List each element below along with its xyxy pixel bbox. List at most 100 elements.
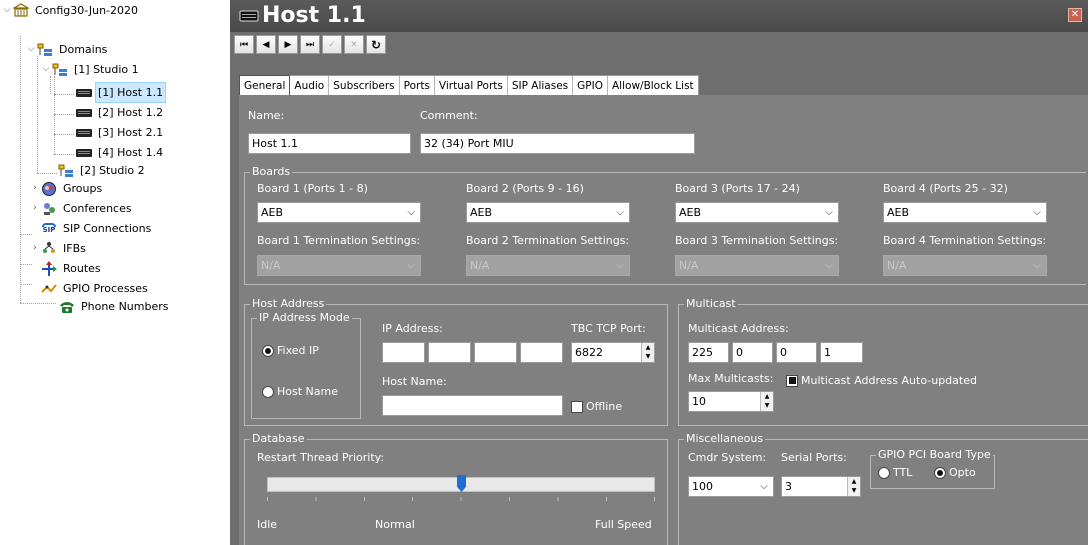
multicast-octet-3-field[interactable]: 0 [776, 342, 817, 363]
tab-general[interactable]: General [239, 75, 291, 96]
host-address-group: Host Address IP Address Mode Fixed IP Ho… [244, 297, 668, 426]
serial-ports-label: Serial Ports: [781, 451, 847, 464]
tree-item-label: Phone Numbers [81, 300, 169, 313]
multicast-group-title: Multicast [684, 297, 738, 310]
board-3-value: AEB [679, 206, 702, 219]
spin-buttons-icon[interactable]: ▲ ▼ [847, 477, 860, 496]
multicast-octet-2-field[interactable]: 0 [732, 342, 773, 363]
collapse-chevron-icon[interactable]: ⌵ [41, 60, 51, 79]
ip-octet-3-field[interactable] [474, 342, 517, 363]
boards-group-title: Boards [250, 165, 293, 178]
cancel-edit-button[interactable]: ✕ [344, 35, 364, 54]
tab-audio[interactable]: Audio [290, 76, 330, 95]
tree-item-routes[interactable]: Routes [40, 259, 103, 278]
tab-sip-aliases[interactable]: SIP Aliases [507, 76, 574, 95]
chevron-down-icon: ⌵ [407, 260, 415, 271]
board-3-select[interactable]: AEB ⌵ [675, 202, 839, 223]
idle-label: Idle [257, 518, 278, 531]
tree-item-domains[interactable]: ⌵ Domains [26, 40, 109, 59]
tree-item-label: [4] Host 1.4 [98, 146, 164, 159]
tab-allow-block-list[interactable]: Allow/Block List [608, 76, 698, 95]
comment-field[interactable]: 32 (34) Port MIU [420, 133, 695, 154]
tree-item-groups[interactable]: › Groups [30, 179, 104, 198]
slider-ticks [267, 497, 655, 501]
serial-ports-field[interactable]: 3 ▲ ▼ [781, 476, 861, 497]
board-4-termination-select[interactable]: N/A ⌵ [883, 255, 1047, 276]
multicast-octet-1-field[interactable]: 225 [688, 342, 729, 363]
ip-address-label: IP Address: [382, 322, 443, 335]
board-4-termination-label: Board 4 Termination Settings: [883, 234, 1047, 247]
tree-item-studio-1[interactable]: ⌵ [1] Studio 1 [41, 60, 141, 79]
offline-label: Offline [586, 400, 623, 413]
opto-radio[interactable]: Opto [934, 466, 976, 479]
spin-buttons-icon[interactable]: ▲ ▼ [760, 392, 773, 411]
tree-item-ifbs[interactable]: › IFBs [30, 239, 88, 258]
opto-label: Opto [949, 466, 976, 479]
previous-record-button[interactable]: ◀ [256, 35, 276, 54]
offline-checkbox[interactable]: Offline [571, 400, 622, 413]
board-3-termination-value: N/A [679, 259, 699, 272]
tree-item-host-1-4[interactable]: [4] Host 1.4 [75, 143, 165, 162]
tree-item-sip-connections[interactable]: SIP SIP Connections [40, 219, 153, 238]
ip-octet-1-field[interactable] [382, 342, 425, 363]
collapse-chevron-icon[interactable]: ⌵ [26, 40, 36, 59]
ip-octet-2-field[interactable] [428, 342, 471, 363]
max-multicasts-field[interactable]: 10 ▲ ▼ [688, 391, 774, 412]
next-record-button[interactable]: ▶ [278, 35, 298, 54]
tree-item-host-2-1[interactable]: [3] Host 2.1 [75, 123, 165, 142]
cmdr-system-select[interactable]: 100 ⌵ [688, 476, 774, 497]
board-1-termination-select[interactable]: N/A ⌵ [257, 255, 421, 276]
board-4-select[interactable]: AEB ⌵ [883, 202, 1047, 223]
last-record-button[interactable]: ⏭ [300, 35, 320, 54]
title-bar: Host 1.1 ✕ [230, 0, 1088, 32]
first-record-button[interactable]: ⏮ [234, 35, 254, 54]
accept-button[interactable]: ✓ [322, 35, 342, 54]
boards-group: Boards Board 1 (Ports 1 - 8) AEB ⌵ Board … [244, 165, 1086, 285]
priority-slider[interactable] [267, 475, 655, 505]
miscellaneous-group-title: Miscellaneous [684, 432, 766, 445]
ttl-radio[interactable]: TTL [878, 466, 912, 479]
tbc-tcp-port-label: TBC TCP Port: [571, 322, 646, 335]
fixed-ip-radio[interactable]: Fixed IP [262, 344, 319, 357]
tbc-tcp-port-value: 6822 [575, 346, 603, 359]
multicast-octet-4-field[interactable]: 1 [820, 342, 863, 363]
expand-chevron-icon[interactable]: › [30, 199, 40, 218]
expand-chevron-icon[interactable]: › [30, 179, 40, 198]
tree-item-conferences[interactable]: › Conferences [30, 199, 134, 218]
chevron-down-icon: ⌵ [407, 207, 415, 218]
tree-item-studio-2[interactable]: [2] Studio 2 [57, 161, 147, 180]
tab-ports[interactable]: Ports [399, 76, 435, 95]
checkbox-checked-icon [786, 374, 798, 387]
chevron-down-icon: ⌵ [825, 260, 833, 271]
expand-chevron-icon[interactable]: › [30, 239, 40, 258]
board-2-termination-select[interactable]: N/A ⌵ [466, 255, 630, 276]
tree-item-phone-numbers[interactable]: Phone Numbers [58, 297, 171, 316]
tree-item-config[interactable]: ⌵ Config30-Jun-2020 [2, 1, 140, 20]
tree-item-host-1-2[interactable]: [2] Host 1.2 [75, 103, 165, 122]
board-1-termination-label: Board 1 Termination Settings: [257, 234, 421, 247]
general-tab-content: Name: Host 1.1 Comment: 32 (34) Port MIU… [239, 95, 1088, 545]
host-name-radio[interactable]: Host Name [262, 385, 338, 398]
tree-item-label: IFBs [63, 242, 86, 255]
close-button[interactable]: ✕ [1068, 8, 1082, 22]
tab-gpio[interactable]: GPIO [573, 76, 608, 95]
tab-subscribers[interactable]: Subscribers [329, 76, 400, 95]
tree-item-gpio-processes[interactable]: GPIO Processes [40, 279, 150, 298]
board-3-termination-select[interactable]: N/A ⌵ [675, 255, 839, 276]
collapse-chevron-icon[interactable]: ⌵ [2, 1, 12, 20]
tbc-tcp-port-field[interactable]: 6822 ▲ ▼ [571, 342, 655, 363]
board-1-select[interactable]: AEB ⌵ [257, 202, 421, 223]
ip-octet-4-field[interactable] [520, 342, 563, 363]
tab-virtual-ports[interactable]: Virtual Ports [434, 76, 508, 95]
board-2-select[interactable]: AEB ⌵ [466, 202, 630, 223]
name-label: Name: [248, 109, 285, 122]
normal-label: Normal [375, 518, 415, 531]
host-name-field[interactable] [382, 395, 563, 416]
refresh-button[interactable]: ↻ [366, 35, 386, 54]
chevron-down-icon: ⌵ [1033, 207, 1041, 218]
tree-item-label: Groups [63, 182, 103, 195]
name-field[interactable]: Host 1.1 [248, 133, 411, 154]
spin-buttons-icon[interactable]: ▲ ▼ [641, 343, 654, 362]
tree-item-host-1-1[interactable]: [1] Host 1.1 [75, 82, 167, 103]
multicast-auto-updated-checkbox[interactable]: Multicast Address Auto-updated [786, 374, 977, 387]
